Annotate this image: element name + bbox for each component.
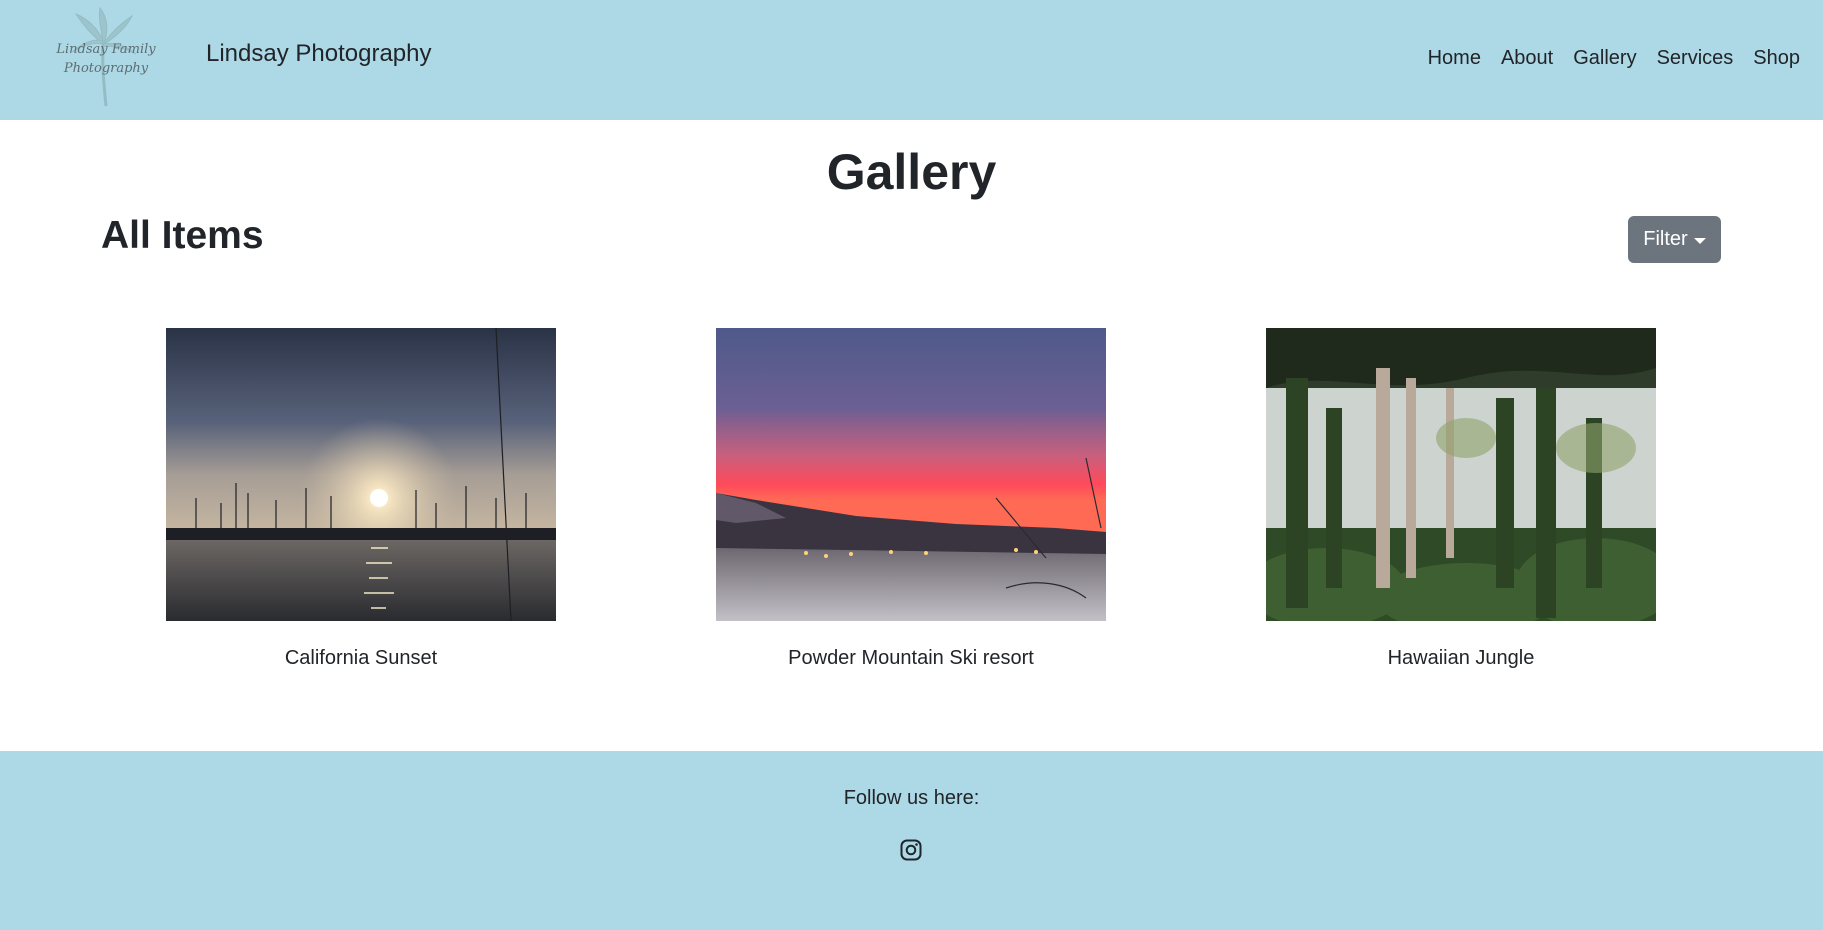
filter-label: Filter xyxy=(1643,228,1688,250)
main-nav: Home About Gallery Services Shop xyxy=(1418,47,1800,70)
nav-shop[interactable]: Shop xyxy=(1743,47,1800,70)
nav-gallery[interactable]: Gallery xyxy=(1563,47,1646,70)
gallery-card[interactable]: Powder Mountain Ski resort xyxy=(716,328,1106,671)
gallery-image-california-sunset[interactable] xyxy=(166,328,556,621)
harbor-sunset-photo xyxy=(166,328,556,621)
brand-link[interactable]: Lindsay Photography xyxy=(206,40,432,68)
jungle-trees-photo xyxy=(1266,328,1656,621)
gallery-caption: Hawaiian Jungle xyxy=(1387,647,1535,669)
instagram-icon xyxy=(900,839,922,861)
nav-about[interactable]: About xyxy=(1491,47,1563,70)
nav-home[interactable]: Home xyxy=(1418,47,1491,70)
site-logo[interactable]: Lindsay Family Photography xyxy=(46,6,166,110)
gallery-caption: Powder Mountain Ski resort xyxy=(788,647,1034,669)
instagram-link[interactable] xyxy=(900,839,922,861)
logo-text: Lindsay Family Photography xyxy=(56,42,156,76)
gallery-image-powder-mountain[interactable] xyxy=(716,328,1106,621)
nav-services[interactable]: Services xyxy=(1647,47,1744,70)
filter-dropdown-button[interactable]: Filter xyxy=(1628,216,1721,263)
caret-down-icon xyxy=(1693,237,1706,244)
follow-us-text: Follow us here: xyxy=(843,787,980,809)
gallery-card[interactable]: California Sunset xyxy=(166,328,556,671)
gallery-image-hawaiian-jungle[interactable] xyxy=(1266,328,1656,621)
gallery-card[interactable]: Hawaiian Jungle xyxy=(1266,328,1656,671)
page-title: Gallery xyxy=(826,144,997,200)
navbar: Lindsay Family Photography Lindsay Photo… xyxy=(0,0,1823,120)
mountain-sunset-snow-photo xyxy=(716,328,1106,621)
gallery-caption: California Sunset xyxy=(284,647,438,669)
section-title: All Items xyxy=(101,214,264,257)
